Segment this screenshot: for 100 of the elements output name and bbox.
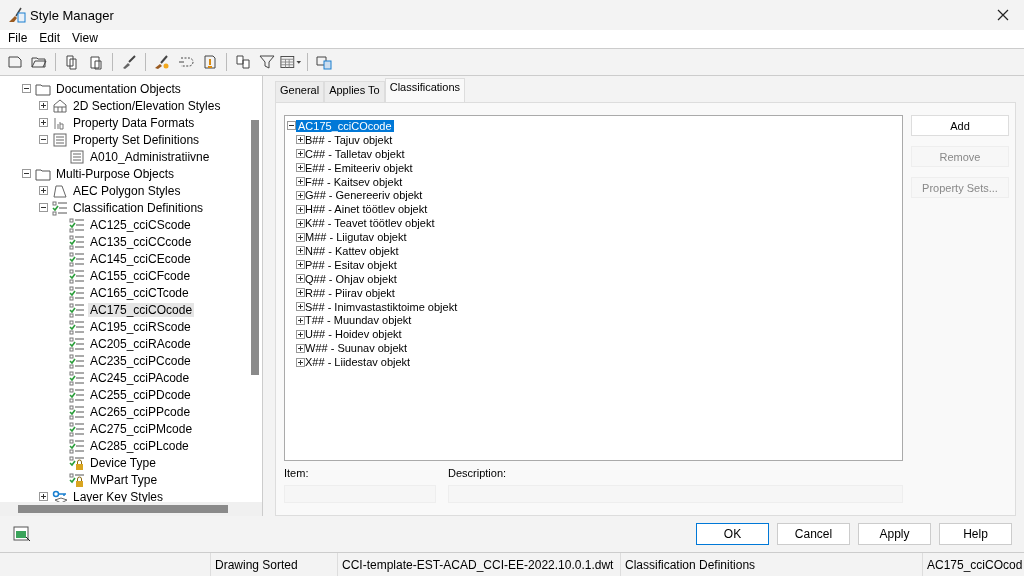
tree-item[interactable]: MvPart Type (88, 472, 160, 487)
tree-item[interactable]: AC135_cciCCcode (88, 234, 194, 249)
expand-icon[interactable] (296, 163, 305, 173)
filter-icon[interactable] (259, 54, 275, 70)
tree-item[interactable]: AEC Polygon Styles (71, 183, 183, 198)
tree-item[interactable]: R## - Piirav objekt (305, 286, 395, 299)
tree-item[interactable]: AC255_cciPDcode (88, 387, 193, 402)
tree-item[interactable]: AC245_cciPAcode (88, 370, 192, 385)
tree-item[interactable]: S## - Inimvastastiktoime objekt (305, 300, 458, 313)
tree-item[interactable]: AC125_cciCScode (88, 217, 193, 232)
tree-item[interactable]: K## - Teavet töötlev objekt (305, 217, 435, 230)
menu-item[interactable]: View (66, 30, 104, 48)
tree-item[interactable]: W## - Suunav objekt (305, 342, 408, 355)
checklist-icon (69, 250, 85, 267)
tree-item[interactable]: AC265_cciPPcode (88, 404, 193, 419)
tree-item[interactable]: AC235_cciPCcode (88, 353, 193, 368)
expand-icon[interactable] (296, 274, 305, 284)
tree-item[interactable]: X## - Liidestav objekt (305, 356, 411, 369)
checklist-icon (52, 199, 68, 216)
tree-item[interactable]: AC155_cciCFcode (88, 268, 193, 283)
collapse-icon[interactable] (22, 169, 31, 178)
side-button[interactable]: Add (911, 115, 1009, 136)
expand-icon[interactable] (296, 357, 305, 367)
brush-sparkle-icon[interactable] (154, 54, 170, 70)
window-icon[interactable] (316, 54, 332, 70)
scrollbar-thumb[interactable] (18, 505, 228, 513)
tree-item[interactable]: U## - Hoidev objekt (305, 328, 402, 341)
expand-icon[interactable] (39, 492, 48, 501)
expand-icon[interactable] (296, 260, 305, 270)
brush-icon[interactable] (121, 54, 137, 70)
expand-icon[interactable] (39, 186, 48, 195)
window-cursor-icon[interactable] (12, 524, 32, 544)
tree-item[interactable]: Multi-Purpose Objects (54, 166, 177, 181)
tree-item[interactable]: AC195_cciRScode (88, 319, 193, 334)
checklist-icon (69, 386, 85, 403)
open-folder-icon[interactable] (31, 54, 47, 70)
menu-item[interactable]: Edit (33, 30, 67, 48)
compare-icon[interactable] (235, 54, 251, 70)
tree-item[interactable]: Q## - Ohjav objekt (305, 272, 397, 285)
new-file-icon[interactable] (7, 54, 23, 70)
paste-icon[interactable] (88, 54, 104, 70)
tree-item[interactable]: H## - Ainet töötlev objekt (305, 203, 428, 216)
tree-item[interactable]: F## - Kaitsev objekt (305, 175, 403, 188)
table-view-icon[interactable] (280, 54, 302, 70)
tab[interactable]: Applies To (324, 81, 385, 102)
expand-icon[interactable] (296, 329, 305, 339)
collapse-icon[interactable] (22, 84, 31, 93)
status-text: Drawing Sorted (210, 553, 337, 576)
dialog-button[interactable]: Cancel (777, 523, 850, 545)
expand-icon[interactable] (296, 315, 305, 325)
tab[interactable]: Classifications (384, 78, 465, 102)
tree-item[interactable]: AC165_cciCTcode (88, 285, 191, 300)
tree-item[interactable]: E## - Emiteeriv objekt (305, 161, 413, 174)
scrollbar-thumb[interactable] (251, 120, 259, 375)
expand-icon[interactable] (296, 232, 305, 242)
collapse-icon[interactable] (287, 121, 296, 131)
expand-icon[interactable] (296, 135, 305, 145)
expand-icon[interactable] (39, 118, 48, 127)
expand-icon[interactable] (296, 149, 305, 159)
expand-icon[interactable] (296, 204, 305, 214)
tree-item[interactable]: Documentation Objects (54, 81, 183, 96)
collapse-icon[interactable] (39, 203, 48, 212)
tree-item[interactable]: AC145_cciCEcode (88, 251, 193, 266)
expand-icon[interactable] (296, 177, 305, 186)
tree-item[interactable]: AC175_cciCOcode (296, 119, 394, 132)
tree-item[interactable]: 2D Section/Elevation Styles (71, 98, 223, 113)
copy-icon[interactable] (64, 54, 80, 70)
expand-icon[interactable] (39, 101, 48, 110)
dialog-button[interactable]: Apply (858, 523, 931, 545)
tree-item[interactable]: Classification Definitions (71, 200, 206, 215)
collapse-icon[interactable] (39, 135, 48, 144)
dialog-button[interactable]: Help (939, 523, 1012, 545)
tree-item[interactable]: B## - Tajuv objekt (305, 133, 393, 146)
list-sheet-icon (69, 148, 85, 165)
tree-item[interactable]: T## - Muundav objekt (305, 314, 412, 327)
tree-item[interactable]: M## - Liigutav objekt (305, 231, 407, 244)
expand-icon[interactable] (296, 246, 305, 256)
tree-item[interactable]: Property Data Formats (71, 115, 197, 130)
tree-item[interactable]: AC285_cciPLcode (88, 438, 191, 453)
tree-item[interactable]: N## - Kattev objekt (305, 244, 399, 257)
tree-item[interactable]: AC275_cciPMcode (88, 421, 195, 436)
house-icon (52, 97, 68, 114)
tree-item[interactable]: P## - Esitav objekt (305, 258, 397, 271)
tree-item[interactable]: G## - Genereeriv objekt (305, 189, 423, 202)
tree-item[interactable]: C## - Talletav objekt (305, 147, 405, 160)
checklist-icon (69, 233, 85, 250)
tree-item[interactable]: AC175_cciCOcode (88, 302, 195, 317)
expand-icon[interactable] (296, 302, 305, 311)
menu-item[interactable]: File (2, 30, 34, 48)
expand-icon[interactable] (296, 190, 305, 200)
expand-icon[interactable] (296, 218, 305, 228)
tab[interactable]: General (275, 81, 325, 102)
tree-item[interactable]: Device Type (88, 455, 158, 470)
close-icon[interactable] (996, 8, 1010, 22)
expand-icon[interactable] (296, 343, 305, 353)
tree-item[interactable]: A010_Administratiivne (88, 149, 212, 164)
tree-item[interactable]: Property Set Definitions (71, 132, 202, 147)
tree-item[interactable]: AC205_cciRAcode (88, 336, 193, 351)
dialog-button[interactable]: OK (696, 523, 769, 545)
expand-icon[interactable] (296, 288, 305, 298)
